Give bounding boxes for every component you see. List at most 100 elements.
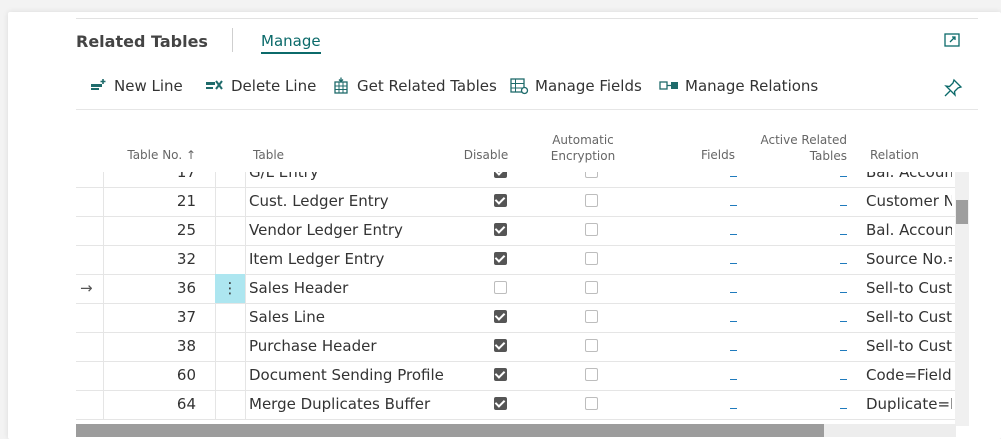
cell-table-no[interactable]: 60 xyxy=(136,361,196,390)
table-row[interactable]: 37 Sales Line Sell-to Custo xyxy=(76,303,960,333)
automatic-encryption-checkbox[interactable] xyxy=(585,397,598,410)
active-related-tables-drilldown-link[interactable] xyxy=(840,408,847,409)
manage-fields-button[interactable]: Manage Fields xyxy=(509,75,642,97)
cell-table-no[interactable]: 17 xyxy=(136,172,196,187)
column-header-table-no[interactable]: Table No. ↑ xyxy=(120,147,196,163)
disable-checkbox[interactable] xyxy=(494,368,507,381)
table-row[interactable]: 17 G/L Entry Bal. Account xyxy=(76,172,960,188)
cell-table-no[interactable]: 21 xyxy=(136,187,196,216)
cell-relation[interactable]: Sell-to Custo xyxy=(866,332,952,361)
panel-top-divider xyxy=(76,18,978,19)
active-related-tables-drilldown-link[interactable] xyxy=(840,263,847,264)
disable-checkbox[interactable] xyxy=(494,310,507,323)
manage-relations-label: Manage Relations xyxy=(685,77,819,95)
automatic-encryption-checkbox[interactable] xyxy=(585,339,598,352)
column-separator xyxy=(245,390,246,419)
cell-table-name[interactable]: Document Sending Profile xyxy=(249,361,459,390)
delete-line-button[interactable]: Delete Line xyxy=(205,75,316,97)
cell-table-name[interactable]: Sales Header xyxy=(249,274,459,303)
fields-drilldown-link[interactable] xyxy=(730,321,737,322)
cell-table-name[interactable]: Purchase Header xyxy=(249,332,459,361)
cell-table-no[interactable]: 37 xyxy=(136,303,196,332)
fields-drilldown-link[interactable] xyxy=(730,408,737,409)
related-tables-grid: 17 G/L Entry Bal. Account 21 Cust. Ledger En… xyxy=(76,172,978,426)
cell-table-name[interactable]: Sales Line xyxy=(249,303,459,332)
column-header-relation[interactable]: Relation xyxy=(870,147,919,163)
fields-drilldown-link[interactable] xyxy=(730,350,737,351)
active-related-tables-drilldown-link[interactable] xyxy=(840,234,847,235)
automatic-encryption-checkbox[interactable] xyxy=(585,223,598,236)
cell-table-name[interactable]: Vendor Ledger Entry xyxy=(249,216,459,245)
cell-relation[interactable]: Bal. Account xyxy=(866,216,952,245)
vertical-scrollbar-thumb[interactable] xyxy=(956,200,968,224)
cell-table-no[interactable]: 38 xyxy=(136,332,196,361)
column-header-table[interactable]: Table xyxy=(253,147,284,163)
get-related-tables-button[interactable]: Get Related Tables xyxy=(333,75,497,97)
cell-relation[interactable]: Customer No xyxy=(866,187,952,216)
active-related-tables-drilldown-link[interactable] xyxy=(840,379,847,380)
cell-table-no[interactable]: 32 xyxy=(136,245,196,274)
row-actions-menu-icon[interactable]: ⋮ xyxy=(215,274,245,303)
disable-checkbox[interactable] xyxy=(494,223,507,236)
tab-manage[interactable]: Manage xyxy=(261,32,321,54)
column-header-automatic-encryption[interactable]: Automatic Encryption xyxy=(538,132,628,164)
disable-checkbox[interactable] xyxy=(494,339,507,352)
automatic-encryption-checkbox[interactable] xyxy=(585,172,598,178)
disable-checkbox[interactable] xyxy=(494,281,507,294)
disable-checkbox[interactable] xyxy=(494,397,507,410)
expand-icon[interactable] xyxy=(943,31,961,49)
cell-relation[interactable]: Code=Field(D xyxy=(866,361,952,390)
horizontal-scrollbar-thumb[interactable] xyxy=(76,424,824,437)
cell-table-no[interactable]: 25 xyxy=(136,216,196,245)
table-row[interactable]: 21 Cust. Ledger Entry Customer No xyxy=(76,187,960,217)
fields-drilldown-link[interactable] xyxy=(730,176,737,177)
disable-checkbox[interactable] xyxy=(494,252,507,265)
automatic-encryption-checkbox[interactable] xyxy=(585,281,598,294)
active-related-tables-drilldown-link[interactable] xyxy=(840,350,847,351)
cell-table-name[interactable]: G/L Entry xyxy=(249,172,459,187)
cell-table-no[interactable]: 64 xyxy=(136,390,196,419)
cell-table-no[interactable]: 36 xyxy=(136,274,196,303)
automatic-encryption-checkbox[interactable] xyxy=(585,252,598,265)
automatic-encryption-checkbox[interactable] xyxy=(585,368,598,381)
automatic-encryption-checkbox[interactable] xyxy=(585,194,598,207)
manage-relations-icon xyxy=(659,81,678,90)
cell-table-name[interactable]: Cust. Ledger Entry xyxy=(249,187,459,216)
fields-drilldown-link[interactable] xyxy=(730,234,737,235)
table-row[interactable]: 60 Document Sending Profile Code=Field(D xyxy=(76,361,960,391)
table-row[interactable]: 32 Item Ledger Entry Source No.=I xyxy=(76,245,960,275)
fields-drilldown-link[interactable] xyxy=(730,292,737,293)
fields-drilldown-link[interactable] xyxy=(730,263,737,264)
fields-drilldown-link[interactable] xyxy=(730,379,737,380)
active-related-tables-drilldown-link[interactable] xyxy=(840,321,847,322)
cell-relation[interactable]: Bal. Account xyxy=(866,172,952,187)
column-separator xyxy=(215,172,216,187)
table-row[interactable]: 25 Vendor Ledger Entry Bal. Account xyxy=(76,216,960,246)
active-related-tables-drilldown-link[interactable] xyxy=(840,176,847,177)
disable-checkbox[interactable] xyxy=(494,172,507,178)
cell-relation[interactable]: Duplicate=Fi xyxy=(866,390,952,419)
vertical-scrollbar[interactable] xyxy=(955,172,969,426)
active-related-tables-drilldown-link[interactable] xyxy=(840,292,847,293)
cell-table-name[interactable]: Item Ledger Entry xyxy=(249,245,459,274)
column-header-fields[interactable]: Fields xyxy=(668,147,735,163)
cell-relation[interactable]: Sell-to Custo xyxy=(866,274,952,303)
manage-relations-button[interactable]: Manage Relations xyxy=(659,75,818,97)
new-line-button[interactable]: New Line xyxy=(90,75,183,97)
column-header-disable[interactable]: Disable xyxy=(458,147,514,163)
cell-relation[interactable]: Sell-to Custo xyxy=(866,303,952,332)
disable-checkbox[interactable] xyxy=(494,194,507,207)
active-related-tables-drilldown-link[interactable] xyxy=(840,205,847,206)
column-separator xyxy=(103,187,104,216)
table-row[interactable]: 38 Purchase Header Sell-to Custo xyxy=(76,332,960,362)
column-separator xyxy=(215,332,216,361)
cell-relation[interactable]: Source No.=I xyxy=(866,245,952,274)
column-header-active-related-tables[interactable]: Active Related Tables xyxy=(748,132,847,164)
cell-table-name[interactable]: Merge Duplicates Buffer xyxy=(249,390,459,419)
table-row[interactable]: 64 Merge Duplicates Buffer Duplicate=Fi xyxy=(76,390,960,420)
automatic-encryption-checkbox[interactable] xyxy=(585,310,598,323)
pin-icon[interactable] xyxy=(943,78,963,98)
table-row[interactable]: → 36 ⋮ Sales Header Sell-to Custo xyxy=(76,274,960,304)
fields-drilldown-link[interactable] xyxy=(730,205,737,206)
horizontal-scrollbar[interactable] xyxy=(76,424,956,437)
